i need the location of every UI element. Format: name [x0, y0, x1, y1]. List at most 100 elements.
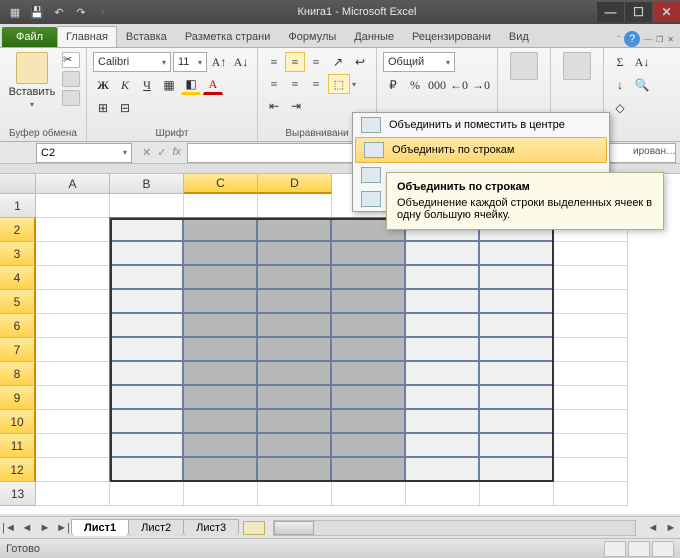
cell[interactable] [36, 266, 110, 290]
comma-style-button[interactable]: 000 [427, 75, 447, 95]
autosum-icon[interactable]: Σ [610, 52, 630, 72]
cell[interactable] [554, 338, 628, 362]
row-header-9[interactable]: 9 [0, 386, 36, 410]
cell[interactable] [184, 482, 258, 506]
cell[interactable] [257, 265, 331, 289]
cell[interactable] [479, 361, 553, 385]
decrease-decimal-icon[interactable]: →0 [471, 75, 491, 95]
copy-icon[interactable] [62, 71, 80, 87]
cell[interactable] [109, 433, 183, 457]
row-header-6[interactable]: 6 [0, 314, 36, 338]
cell[interactable] [257, 289, 331, 313]
cell[interactable] [183, 385, 257, 409]
font-size-dropdown[interactable]: 11▾ [173, 52, 207, 72]
sheet-tab-2[interactable]: Лист2 [128, 519, 184, 536]
cell[interactable] [479, 241, 553, 265]
align-bottom-icon[interactable]: ≡ [306, 52, 326, 72]
cell[interactable] [257, 241, 331, 265]
increase-indent-icon[interactable]: ⇥ [286, 96, 306, 116]
ribbon-minimize-icon[interactable]: ˇ [617, 35, 620, 44]
row-header-12[interactable]: 12 [0, 458, 36, 482]
doc-restore-icon[interactable]: ❐ [656, 35, 663, 44]
cell[interactable] [479, 433, 553, 457]
cell[interactable] [109, 313, 183, 337]
hscroll-left[interactable]: ◄ [644, 519, 662, 537]
cell[interactable] [405, 457, 479, 481]
align-right-icon[interactable]: ≡ [306, 74, 326, 94]
col-header-d[interactable]: D [258, 174, 332, 194]
cell[interactable] [258, 482, 332, 506]
cell[interactable] [257, 313, 331, 337]
cell[interactable] [36, 458, 110, 482]
cell[interactable] [405, 265, 479, 289]
hscroll-thumb[interactable] [274, 521, 314, 535]
cell[interactable] [331, 361, 405, 385]
cell[interactable] [183, 361, 257, 385]
col-header-b[interactable]: B [110, 174, 184, 194]
cell[interactable] [183, 289, 257, 313]
cell[interactable] [36, 242, 110, 266]
currency-button[interactable]: ₽ [383, 75, 403, 95]
cell[interactable] [257, 409, 331, 433]
cell[interactable] [331, 385, 405, 409]
cell[interactable] [405, 409, 479, 433]
cell[interactable] [479, 337, 553, 361]
cell[interactable] [405, 361, 479, 385]
align-top-icon[interactable]: ≡ [264, 52, 284, 72]
cell[interactable] [183, 337, 257, 361]
merge-cells-button[interactable]: ⬚ [328, 74, 350, 94]
wrap-text-icon[interactable]: ↩ [350, 52, 370, 72]
cell[interactable] [36, 386, 110, 410]
merge-dropdown-icon[interactable]: ▾ [352, 80, 356, 89]
cell[interactable] [554, 362, 628, 386]
cell[interactable] [257, 385, 331, 409]
merge-center-item[interactable]: Объединить и поместить в центре [353, 113, 609, 137]
cell[interactable] [331, 265, 405, 289]
cell[interactable] [36, 290, 110, 314]
format-painter-icon[interactable] [62, 90, 80, 106]
cells-button[interactable] [557, 52, 597, 80]
orientation-icon[interactable]: ↗ [328, 52, 348, 72]
cell[interactable] [36, 338, 110, 362]
row-header-1[interactable]: 1 [0, 194, 36, 218]
cell[interactable] [36, 410, 110, 434]
col-header-c[interactable]: C [184, 174, 258, 194]
border-dropdown-icon[interactable]: ⊞ [93, 98, 113, 118]
cell[interactable] [405, 433, 479, 457]
new-sheet-button[interactable] [243, 521, 265, 535]
cell[interactable] [331, 289, 405, 313]
cell[interactable] [183, 433, 257, 457]
cell[interactable] [331, 337, 405, 361]
decrease-font-icon[interactable]: A↓ [231, 52, 251, 72]
cell[interactable] [331, 409, 405, 433]
view-normal-icon[interactable] [604, 541, 626, 557]
align-middle-icon[interactable]: ≡ [285, 52, 305, 72]
row-header-8[interactable]: 8 [0, 362, 36, 386]
cell[interactable] [331, 313, 405, 337]
paste-dropdown-icon[interactable]: ▾ [30, 100, 34, 109]
cell[interactable] [405, 337, 479, 361]
cell[interactable] [554, 242, 628, 266]
cell[interactable] [405, 313, 479, 337]
decrease-indent-icon[interactable]: ⇤ [264, 96, 284, 116]
cell[interactable] [554, 314, 628, 338]
cell[interactable] [110, 194, 184, 218]
cell[interactable] [36, 434, 110, 458]
cell[interactable] [480, 482, 554, 506]
cell[interactable] [36, 194, 110, 218]
cell[interactable] [109, 217, 183, 241]
horizontal-scrollbar[interactable] [273, 520, 636, 536]
clear-icon[interactable]: ◇ [610, 98, 630, 118]
row-header-13[interactable]: 13 [0, 482, 36, 506]
cell[interactable] [184, 194, 258, 218]
cell[interactable] [36, 218, 110, 242]
cell[interactable] [479, 265, 553, 289]
cell[interactable] [405, 385, 479, 409]
cell[interactable] [479, 385, 553, 409]
align-center-icon[interactable]: ≡ [285, 74, 305, 94]
tab-review[interactable]: Рецензировани [403, 26, 500, 47]
cell[interactable] [257, 337, 331, 361]
help-icon[interactable]: ? [624, 31, 640, 47]
view-page-layout-icon[interactable] [628, 541, 650, 557]
border-button[interactable]: ▦ [159, 75, 179, 95]
